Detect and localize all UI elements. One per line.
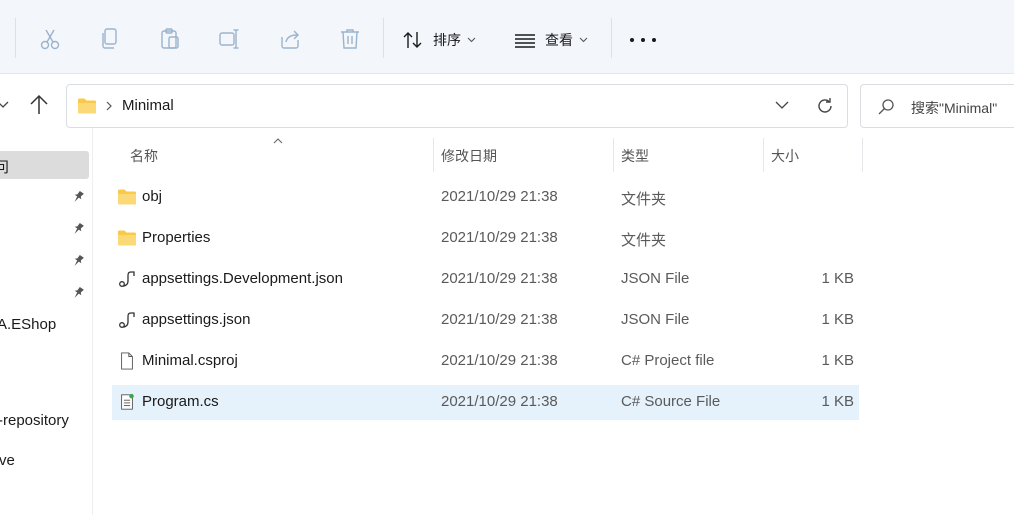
file-row[interactable]: Minimal.csproj 2021/10/29 21:38 C# Proje… <box>112 344 859 379</box>
copy-icon[interactable] <box>97 26 123 52</box>
file-row[interactable]: appsettings.Development.json 2021/10/29 … <box>112 262 859 297</box>
column-header-name[interactable]: 名称 <box>130 146 158 166</box>
json-file-icon <box>119 271 135 287</box>
nav-item-drive[interactable]: ve <box>0 452 15 469</box>
cut-icon[interactable] <box>37 26 63 52</box>
chevron-down-icon <box>467 37 476 43</box>
search-placeholder: 搜索"Minimal" <box>911 100 998 116</box>
view-label: 查看 <box>545 32 573 48</box>
file-row-selected[interactable]: Program.cs 2021/10/29 21:38 C# Source Fi… <box>112 385 859 420</box>
file-type: 文件夹 <box>621 191 667 208</box>
column-header-date[interactable]: 修改日期 <box>441 146 497 166</box>
blank-file-icon <box>121 352 133 370</box>
recent-locations-chevron-icon[interactable] <box>0 96 12 114</box>
command-bar: 排序 查看 <box>0 0 1014 74</box>
sort-ascending-caret-icon <box>273 138 283 144</box>
cs-file-icon <box>121 393 134 410</box>
toolbar-divider <box>611 18 612 58</box>
column-divider[interactable] <box>763 138 764 172</box>
file-size: 1 KB <box>821 393 854 410</box>
view-button[interactable]: 查看 <box>514 27 588 53</box>
file-size: 1 KB <box>821 352 854 369</box>
nav-item-repository[interactable]: -repository <box>0 412 69 429</box>
search-icon <box>878 99 894 115</box>
sort-button[interactable]: 排序 <box>402 27 476 53</box>
share-icon[interactable] <box>277 26 303 52</box>
file-date: 2021/10/29 21:38 <box>441 229 558 246</box>
file-date: 2021/10/29 21:38 <box>441 393 558 410</box>
sort-icon <box>403 32 422 48</box>
file-name: obj <box>142 188 163 205</box>
column-divider[interactable] <box>433 138 434 172</box>
pin-icon <box>74 190 84 202</box>
file-size: 1 KB <box>821 311 854 328</box>
file-type: 文件夹 <box>621 232 667 249</box>
column-header-type[interactable]: 类型 <box>621 146 649 166</box>
paste-icon[interactable] <box>157 26 183 52</box>
rename-icon[interactable] <box>217 26 243 52</box>
address-bar[interactable]: Minimal <box>66 84 848 128</box>
file-name: appsettings.Development.json <box>142 270 343 287</box>
chevron-down-icon <box>579 37 588 43</box>
column-divider[interactable] <box>613 138 614 172</box>
file-name: Properties <box>142 229 211 246</box>
file-type: JSON File <box>621 270 690 287</box>
file-size: 1 KB <box>821 270 854 287</box>
file-row[interactable]: appsettings.json 2021/10/29 21:38 JSON F… <box>112 303 859 338</box>
pin-icon <box>74 286 84 298</box>
file-type: C# Source File <box>621 393 721 410</box>
folder-icon <box>118 189 136 205</box>
file-type: C# Project file <box>621 352 715 369</box>
pin-icon <box>74 254 84 266</box>
pin-icon <box>74 222 84 234</box>
view-icon <box>515 34 535 48</box>
file-name: Program.cs <box>142 393 219 410</box>
address-history-chevron-icon[interactable] <box>775 100 789 110</box>
file-row[interactable]: obj 2021/10/29 21:38 文件夹 <box>112 180 859 215</box>
file-date: 2021/10/29 21:38 <box>441 352 558 369</box>
toolbar-divider <box>15 18 16 58</box>
json-file-icon <box>119 312 135 328</box>
refresh-icon[interactable] <box>815 96 835 116</box>
breadcrumb-current[interactable]: Minimal <box>122 97 174 114</box>
nav-item-quick-access[interactable]: 问 <box>0 156 9 177</box>
file-date: 2021/10/29 21:38 <box>441 311 558 328</box>
file-name: appsettings.json <box>142 311 251 328</box>
file-name: Minimal.csproj <box>142 352 238 369</box>
file-date: 2021/10/29 21:38 <box>441 188 558 205</box>
search-box[interactable]: 搜索"Minimal" <box>860 84 1014 128</box>
file-type: JSON File <box>621 311 690 328</box>
up-arrow-icon[interactable] <box>28 94 50 116</box>
file-date: 2021/10/29 21:38 <box>441 270 558 287</box>
more-options-icon[interactable] <box>630 30 656 50</box>
column-divider[interactable] <box>862 138 863 172</box>
nav-item-eshop[interactable]: A.EShop <box>0 316 56 333</box>
breadcrumb-chevron-icon <box>106 101 112 111</box>
nav-item-selected-highlight[interactable] <box>0 151 89 179</box>
folder-icon <box>118 230 136 246</box>
column-header-size[interactable]: 大小 <box>771 146 799 166</box>
toolbar-divider <box>383 18 384 58</box>
file-row[interactable]: Properties 2021/10/29 21:38 文件夹 <box>112 221 859 256</box>
delete-icon[interactable] <box>337 26 363 52</box>
sort-label: 排序 <box>433 32 461 48</box>
folder-icon <box>78 98 96 114</box>
